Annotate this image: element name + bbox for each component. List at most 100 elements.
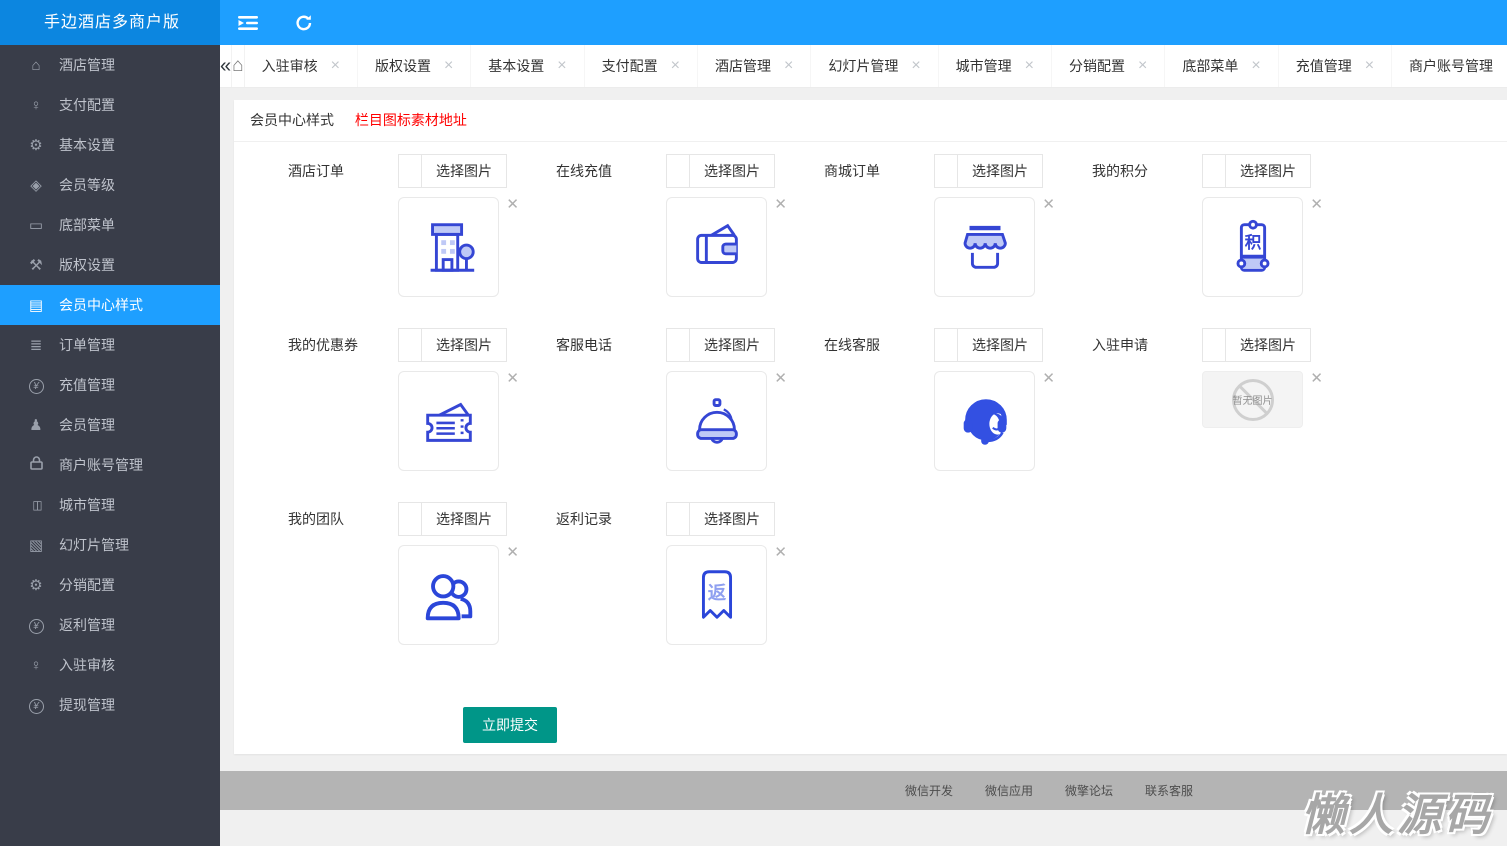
- tabs-scroll-left-icon[interactable]: [220, 45, 233, 87]
- image-path-input[interactable]: [666, 154, 690, 188]
- refresh-icon[interactable]: [276, 0, 332, 45]
- submit-button[interactable]: 立即提交: [463, 707, 557, 743]
- hotel-icon: [430, 223, 475, 272]
- image-path-input[interactable]: [1202, 154, 1226, 188]
- collapse-menu-icon[interactable]: [220, 0, 276, 45]
- choose-image-button[interactable]: 选择图片: [690, 328, 775, 362]
- field-my-team: 我的团队 选择图片: [288, 502, 556, 645]
- image-preview: [666, 371, 767, 471]
- image-path-input[interactable]: [398, 328, 422, 362]
- sidebar-item-member-center-style[interactable]: ▤ 会员中心样式: [0, 285, 220, 325]
- choose-image-button[interactable]: 选择图片: [1226, 328, 1311, 362]
- tab-bottom-menu[interactable]: 底部菜单: [1165, 45, 1279, 87]
- image-path-input[interactable]: [1202, 328, 1226, 362]
- choose-image-button[interactable]: 选择图片: [958, 154, 1043, 188]
- remove-image-icon[interactable]: [774, 197, 787, 212]
- sidebar-item-payment-config[interactable]: ♀ 支付配置: [0, 85, 220, 125]
- field-label: 入驻申请: [1092, 337, 1148, 353]
- team-icon: [425, 574, 472, 621]
- choose-image-button[interactable]: 选择图片: [958, 328, 1043, 362]
- shop-icon: [963, 225, 1007, 269]
- points-ticket-icon: 积: [1236, 219, 1269, 272]
- tab-recharge-management[interactable]: 充值管理: [1279, 45, 1393, 87]
- lock-icon: [25, 456, 47, 474]
- close-icon[interactable]: [1025, 58, 1034, 74]
- footer-link-weiqing-forum[interactable]: 微擎论坛: [1065, 782, 1113, 799]
- image-path-input[interactable]: [398, 502, 422, 536]
- tab-copyright-settings[interactable]: 版权设置: [358, 45, 472, 87]
- remove-image-icon[interactable]: [774, 545, 787, 560]
- image-preview: [934, 197, 1035, 297]
- sidebar-item-city-management[interactable]: ▯▯ 城市管理: [0, 485, 220, 525]
- close-icon[interactable]: [557, 58, 566, 74]
- sidebar-item-slideshow-management[interactable]: ▧ 幻灯片管理: [0, 525, 220, 565]
- tab-slideshow-management[interactable]: 幻灯片管理: [811, 45, 939, 87]
- sidebar-item-order-management[interactable]: ≣ 订单管理: [0, 325, 220, 365]
- image-path-input[interactable]: [934, 154, 958, 188]
- close-icon[interactable]: [444, 58, 453, 74]
- tab-basic-settings[interactable]: 基本设置: [471, 45, 585, 87]
- sidebar-item-recharge-management[interactable]: ¥ 充值管理: [0, 365, 220, 405]
- sidebar-item-basic-settings[interactable]: ⚙ 基本设置: [0, 125, 220, 165]
- bookmark-icon: 返: [701, 570, 732, 619]
- image-path-input[interactable]: [934, 328, 958, 362]
- window-icon: ▭: [28, 217, 44, 234]
- remove-image-icon[interactable]: [506, 545, 519, 560]
- tab-payment-config[interactable]: 支付配置: [585, 45, 698, 87]
- sidebar-item-copyright-settings[interactable]: ⚒ 版权设置: [0, 245, 220, 285]
- choose-image-button[interactable]: 选择图片: [422, 502, 507, 536]
- close-icon[interactable]: [331, 58, 340, 74]
- panel-title: 会员中心样式: [250, 112, 334, 128]
- svg-text:积: 积: [1244, 234, 1261, 252]
- image-preview: 积: [1202, 197, 1303, 297]
- close-icon[interactable]: [784, 58, 793, 74]
- close-icon[interactable]: [1138, 58, 1147, 74]
- icon-material-link[interactable]: 栏目图标素材地址: [355, 112, 467, 128]
- choose-image-button[interactable]: 选择图片: [422, 328, 507, 362]
- image-path-input[interactable]: [666, 502, 690, 536]
- app-title[interactable]: 手边酒店多商户版: [0, 0, 220, 45]
- sidebar-item-merchant-account[interactable]: 商户账号管理: [0, 445, 220, 485]
- tab-entry-review[interactable]: 入驻审核: [245, 45, 358, 87]
- field-rebate-record: 返利记录 选择图片 返: [556, 502, 824, 645]
- tab-home-icon[interactable]: [232, 45, 245, 87]
- image-preview: [398, 371, 499, 471]
- field-online-recharge: 在线充值 选择图片: [556, 154, 824, 297]
- remove-image-icon[interactable]: [1042, 371, 1055, 386]
- remove-image-icon[interactable]: [1310, 197, 1323, 212]
- tab-hotel-management[interactable]: 酒店管理: [698, 45, 812, 87]
- sidebar-item-entry-review[interactable]: ♀ 入驻审核: [0, 645, 220, 685]
- sidebar-item-distribution-config[interactable]: ⚙ 分销配置: [0, 565, 220, 605]
- remove-image-icon[interactable]: [506, 371, 519, 386]
- sidebar-item-bottom-menu[interactable]: ▭ 底部菜单: [0, 205, 220, 245]
- remove-image-icon[interactable]: [506, 197, 519, 212]
- field-entry-application: 入驻申请 选择图片 暂无图片: [1092, 328, 1360, 471]
- close-icon[interactable]: [911, 58, 920, 74]
- tab-merchant-account[interactable]: 商户账号管理: [1392, 45, 1507, 87]
- remove-image-icon[interactable]: [774, 371, 787, 386]
- close-icon[interactable]: [1251, 58, 1260, 74]
- remove-image-icon[interactable]: [1042, 197, 1055, 212]
- choose-image-button[interactable]: 选择图片: [690, 502, 775, 536]
- close-icon[interactable]: [671, 58, 680, 74]
- tab-distribution-config[interactable]: 分销配置: [1052, 45, 1166, 87]
- tab-city-management[interactable]: 城市管理: [939, 45, 1053, 87]
- choose-image-button[interactable]: 选择图片: [1226, 154, 1311, 188]
- image-path-input[interactable]: [398, 154, 422, 188]
- sidebar-item-member-level[interactable]: ◈ 会员等级: [0, 165, 220, 205]
- choose-image-button[interactable]: 选择图片: [422, 154, 507, 188]
- sidebar-item-withdrawal-management[interactable]: ¥ 提现管理: [0, 685, 220, 725]
- sidebar-item-hotel-management[interactable]: ⌂ 酒店管理: [0, 45, 220, 85]
- image-path-input[interactable]: [666, 328, 690, 362]
- footer-link-wechat-dev[interactable]: 微信开发: [905, 782, 953, 799]
- choose-image-button[interactable]: 选择图片: [690, 154, 775, 188]
- member-center-style-panel: 会员中心样式 栏目图标素材地址 酒店订单 选择图片 ✕ 在线充值 选择图片 ✕ …: [234, 100, 1507, 754]
- sidebar-item-rebate-management[interactable]: ¥ 返利管理: [0, 605, 220, 645]
- remove-image-icon[interactable]: [1310, 371, 1323, 386]
- sidebar-item-member-management[interactable]: ♟ 会员管理: [0, 405, 220, 445]
- footer-link-wechat-app[interactable]: 微信应用: [985, 782, 1033, 799]
- footer-link-contact-service[interactable]: 联系客服: [1145, 782, 1193, 799]
- close-icon[interactable]: [1365, 58, 1374, 74]
- image-preview: [666, 197, 767, 297]
- field-label: 我的积分: [1092, 163, 1148, 179]
